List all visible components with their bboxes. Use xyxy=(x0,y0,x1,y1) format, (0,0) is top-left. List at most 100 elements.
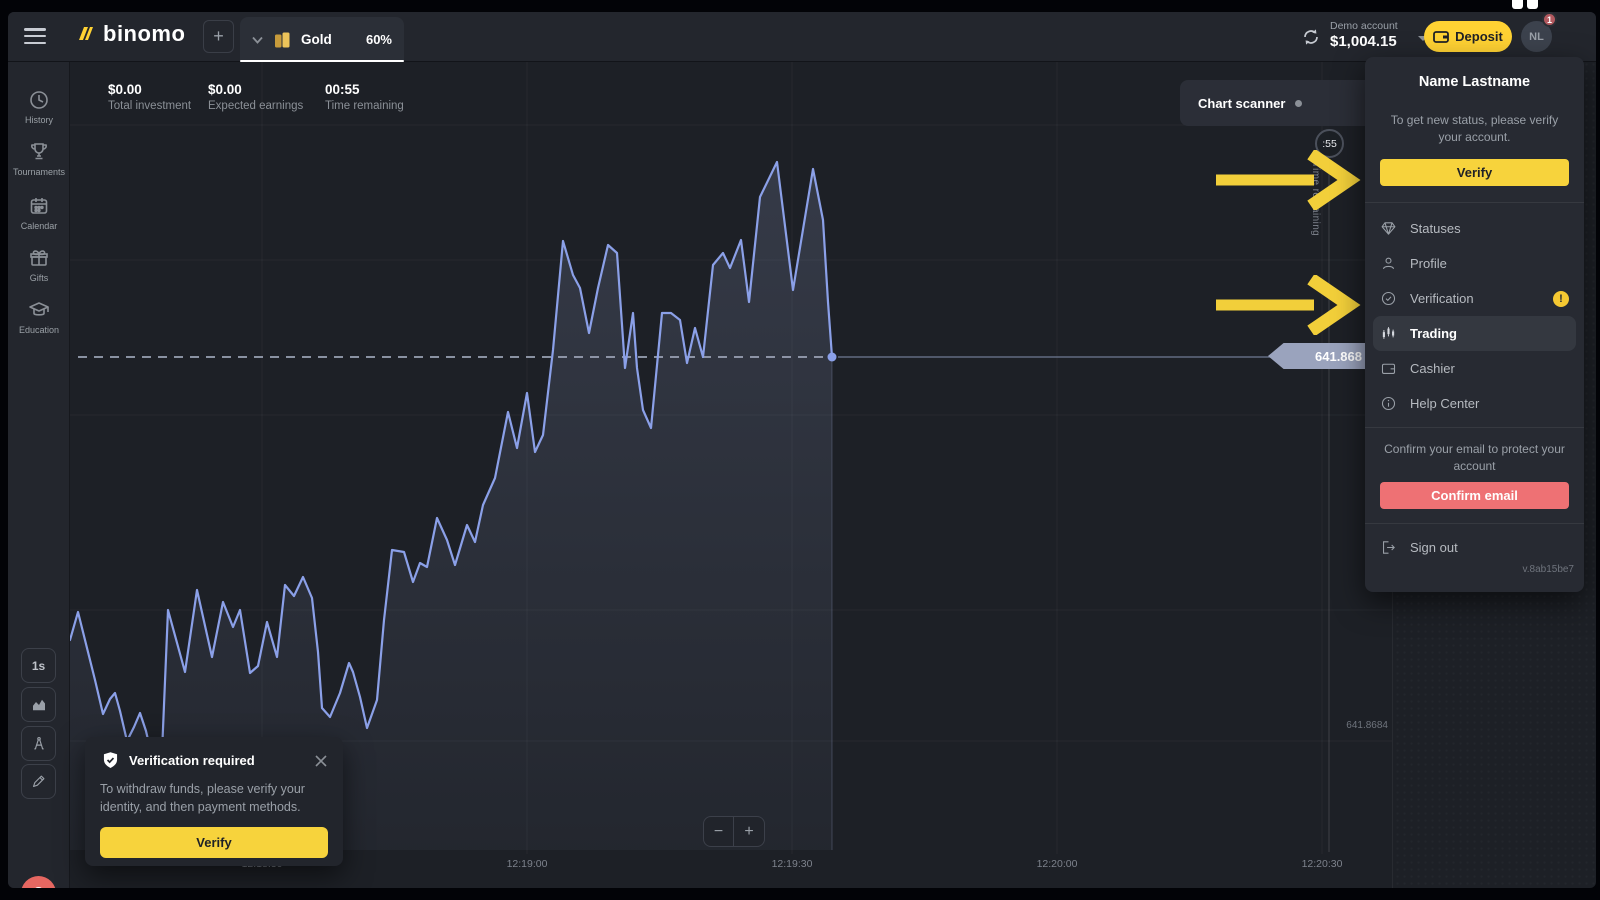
menu-item-statuses[interactable]: Statuses xyxy=(1365,211,1584,246)
price-axis-label: 641.8684 xyxy=(1270,720,1388,731)
countdown-badge: :55 xyxy=(1315,129,1344,158)
bolt-icon xyxy=(74,23,96,45)
gift-icon xyxy=(27,246,51,270)
chart-scanner-label: Chart scanner xyxy=(1198,96,1285,111)
current-price-dot xyxy=(828,353,837,362)
pencil-icon xyxy=(30,773,47,790)
sidebar-item-education[interactable]: Education xyxy=(8,298,70,335)
menu-item-label: Verification xyxy=(1410,291,1474,306)
trade-stats: $0.00 Total investment $0.00 Expected ea… xyxy=(108,82,404,112)
wallet-icon xyxy=(1433,30,1449,44)
help-button[interactable]: ? xyxy=(21,876,56,888)
indicators-button[interactable] xyxy=(21,726,56,761)
confirm-email-button[interactable]: Confirm email xyxy=(1380,482,1569,509)
popup-verify-button[interactable]: Verify xyxy=(100,827,328,858)
menu-item-profile[interactable]: Profile xyxy=(1365,246,1584,281)
add-asset-tab-button[interactable]: + xyxy=(203,20,234,53)
menu-item-label: Trading xyxy=(1410,326,1457,341)
stat-expected-earnings: $0.00 Expected earnings xyxy=(208,82,325,112)
close-icon[interactable] xyxy=(314,754,328,768)
menu-item-verification[interactable]: Verification ! xyxy=(1365,281,1584,316)
zoom-out-button[interactable]: − xyxy=(703,816,734,847)
divider xyxy=(1365,523,1584,524)
verify-button[interactable]: Verify xyxy=(1380,159,1569,186)
stat-label: Total investment xyxy=(108,100,208,112)
email-note: Confirm your email to protect your accou… xyxy=(1375,441,1575,475)
divider xyxy=(1365,427,1584,428)
stat-total-investment: $0.00 Total investment xyxy=(108,82,208,112)
account-status-note: To get new status, please verify your ac… xyxy=(1381,112,1569,146)
check-circle-icon xyxy=(1380,290,1397,307)
asset-payout: 60% xyxy=(366,32,392,47)
account-balance-value: $1,004.15 xyxy=(1330,33,1416,50)
x-axis-label: 12:19:30 xyxy=(772,858,813,870)
sign-out-button[interactable]: Sign out xyxy=(1365,532,1584,562)
graduation-cap-icon xyxy=(27,298,51,322)
x-axis-label: 12:20:00 xyxy=(1037,858,1078,870)
stat-label: Time remaining xyxy=(325,100,404,112)
sidebar-item-label: History xyxy=(8,115,70,125)
deposit-button[interactable]: Deposit xyxy=(1424,21,1512,52)
info-icon xyxy=(1380,395,1397,412)
topbar: binomo + Gold 60% xyxy=(8,12,1596,62)
sidebar-item-label: Education xyxy=(8,325,70,335)
notification-badge: 1 xyxy=(1542,12,1557,27)
menu-item-trading[interactable]: Trading xyxy=(1373,316,1576,351)
menu-item-cashier[interactable]: Cashier xyxy=(1365,351,1584,386)
sidebar-item-gifts[interactable]: Gifts xyxy=(8,246,70,283)
alert-badge: ! xyxy=(1553,291,1569,307)
divider xyxy=(1365,202,1584,203)
popup-title: Verification required xyxy=(129,753,306,768)
calendar-icon xyxy=(27,194,51,218)
chart-scanner-button[interactable]: Chart scanner xyxy=(1180,80,1375,126)
menu-item-label: Profile xyxy=(1410,256,1447,271)
compass-icon xyxy=(30,735,48,753)
sidebar-item-tournaments[interactable]: Tournaments xyxy=(8,140,70,177)
x-axis-label: 12:19:00 xyxy=(507,858,548,870)
stat-value: $0.00 xyxy=(208,82,325,97)
time-remaining-marker-label: Time remaining xyxy=(1310,162,1321,272)
wallet-icon xyxy=(1380,360,1397,377)
x-axis-label: 12:20:30 xyxy=(1302,858,1343,870)
gold-asset-icon xyxy=(272,30,292,50)
sidebar: History Tournaments Calendar xyxy=(8,62,70,888)
menu-item-label: Help Center xyxy=(1410,396,1479,411)
account-balance[interactable]: Demo account $1,004.15 xyxy=(1330,20,1416,50)
timeframe-button[interactable]: 1s xyxy=(21,648,56,683)
account-type-label: Demo account xyxy=(1330,20,1416,32)
sidebar-item-calendar[interactable]: Calendar xyxy=(8,194,70,231)
sidebar-item-history[interactable]: History xyxy=(8,88,70,125)
chart-type-button[interactable] xyxy=(21,687,56,722)
asset-tab-gold[interactable]: Gold 60% xyxy=(240,17,404,62)
sidebar-item-label: Calendar xyxy=(8,221,70,231)
person-icon xyxy=(1380,255,1397,272)
account-name: Name Lastname xyxy=(1365,74,1584,90)
area-chart-icon xyxy=(30,696,48,714)
sidebar-item-label: Gifts xyxy=(8,273,70,283)
shield-check-icon xyxy=(100,750,121,771)
sidebar-item-label: Tournaments xyxy=(8,167,70,177)
stat-label: Expected earnings xyxy=(208,100,325,112)
drawing-tools-button[interactable] xyxy=(21,764,56,799)
scanner-status-dot-icon xyxy=(1295,100,1302,107)
chart-zoom-controls: − + xyxy=(703,816,765,847)
chevron-down-icon xyxy=(252,36,263,44)
stat-value: $0.00 xyxy=(108,82,208,97)
menu-icon[interactable] xyxy=(24,28,46,44)
zoom-in-button[interactable]: + xyxy=(734,816,765,847)
menu-item-label: Cashier xyxy=(1410,361,1455,376)
window-control-icon xyxy=(1527,0,1538,9)
gem-icon xyxy=(1380,220,1397,237)
deposit-label: Deposit xyxy=(1455,29,1503,44)
refresh-icon[interactable] xyxy=(1301,27,1321,47)
current-price-tag: 641.868 xyxy=(1268,343,1372,369)
sign-out-label: Sign out xyxy=(1410,540,1458,555)
account-menu: Name Lastname To get new status, please … xyxy=(1365,57,1584,592)
candlestick-chart-icon xyxy=(1380,325,1397,342)
logo-text: binomo xyxy=(103,21,185,47)
sign-out-icon xyxy=(1380,539,1397,556)
menu-item-help-center[interactable]: Help Center xyxy=(1365,386,1584,421)
clock-icon xyxy=(27,88,51,112)
app-version: v.8ab15be7 xyxy=(1365,564,1584,575)
stat-value: 00:55 xyxy=(325,82,404,97)
